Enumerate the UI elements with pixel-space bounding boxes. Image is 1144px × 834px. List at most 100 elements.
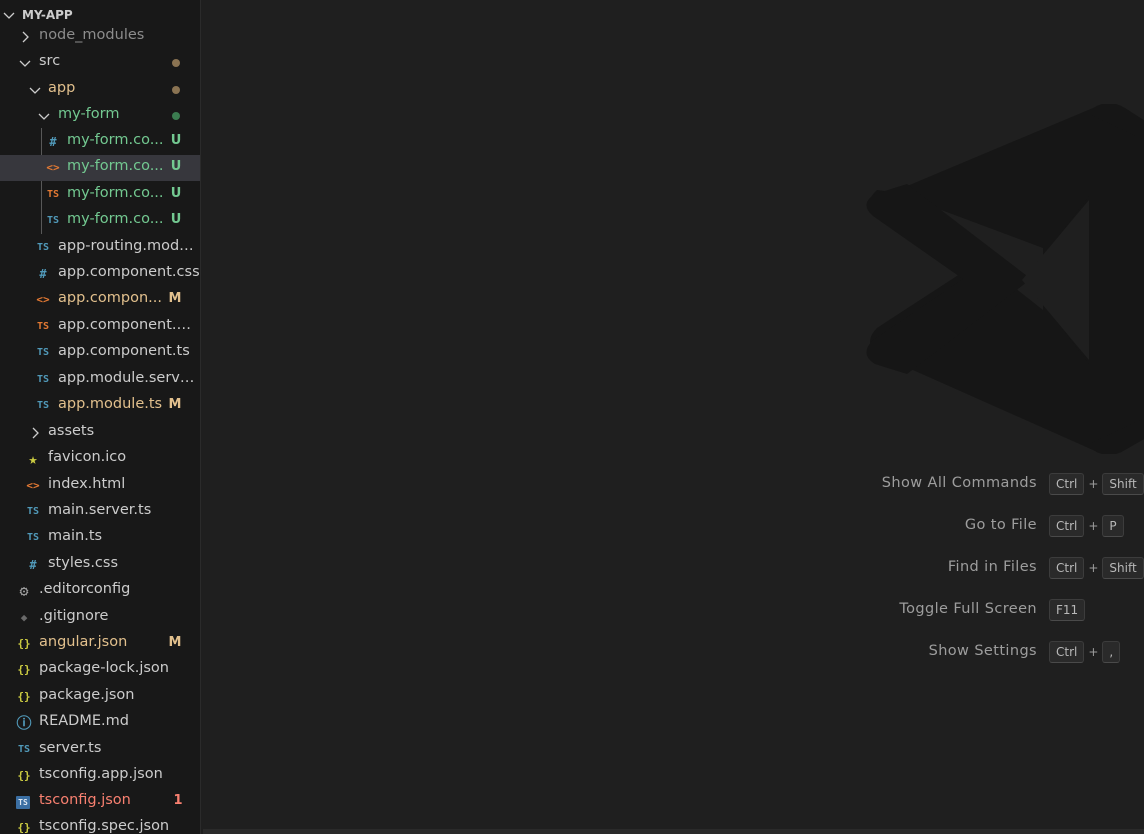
tree-item-label: app.module.serve...: [58, 370, 200, 386]
tree-item-readme[interactable]: ⓘ README.md: [0, 710, 200, 736]
star-icon: ★: [28, 450, 38, 468]
git-status-badge: M: [168, 291, 182, 306]
tree-item-my-form-ts[interactable]: TS my-form.co... U: [0, 208, 200, 234]
tree-item-label: app.module.ts: [58, 396, 163, 412]
tree-item-app-module[interactable]: TS app.module.ts M: [0, 393, 200, 419]
keycap: P: [1102, 515, 1124, 537]
tree-item-server-ts[interactable]: TS server.ts: [0, 737, 200, 763]
explorer-project-header[interactable]: MY-APP: [0, 6, 200, 24]
shortcut-keys: Ctrl + Shift: [1049, 557, 1144, 579]
tree-item-app[interactable]: app: [0, 77, 200, 103]
tree-item-label: server.ts: [39, 740, 102, 756]
shortcut-toggle-full-screen: Toggle Full Screen F11: [0, 598, 1144, 622]
modified-dot: [172, 59, 180, 67]
shortcut-show-settings: Show Settings Ctrl + ,: [0, 640, 1144, 664]
shortcut-find-in-files: Find in Files Ctrl + Shift: [0, 556, 1144, 580]
tree-item-package-json[interactable]: {} package.json: [0, 684, 200, 710]
tree-item-label: app-routing.modu...: [58, 238, 200, 254]
tree-item-label: app.component.s...: [58, 317, 196, 333]
tree-item-app-component-html[interactable]: <> app.compon... M: [0, 287, 200, 313]
git-status-badge: U: [170, 186, 182, 201]
shortcut-keys: Ctrl + P: [1049, 515, 1124, 537]
tree-item-my-form[interactable]: my-form: [0, 103, 200, 129]
ts-file-icon: TS: [46, 215, 60, 226]
problem-count-badge: 1: [173, 793, 183, 808]
json-file-icon: {}: [17, 769, 31, 782]
shortcut-label: Go to File: [964, 517, 1037, 533]
tree-item-node-modules[interactable]: node_modules: [0, 24, 200, 50]
ts-file-icon: TS: [17, 744, 31, 755]
plus-separator: +: [1088, 561, 1099, 575]
tree-item-tsconfig-json[interactable]: TS tsconfig.json 1: [0, 789, 200, 815]
keycap: Shift: [1102, 473, 1144, 495]
tree-item-label: favicon.ico: [48, 449, 127, 465]
git-status-badge: U: [170, 159, 182, 174]
tree-item-label: app.compon...: [58, 290, 162, 306]
shortcut-label: Show Settings: [928, 643, 1037, 659]
tree-item-tsconfig-app[interactable]: {} tsconfig.app.json: [0, 763, 200, 789]
json-file-icon: {}: [17, 821, 31, 834]
html-file-icon: <>: [36, 293, 50, 306]
ts-file-icon: TS: [36, 242, 50, 253]
tree-item-app-component-css[interactable]: # app.component.css: [0, 261, 200, 287]
vscode-logo-watermark: [866, 104, 1144, 454]
project-title: MY-APP: [22, 8, 73, 22]
ts-spec-file-icon: TS: [46, 189, 60, 200]
tree-item-app-component-ts[interactable]: TS app.component.ts: [0, 340, 200, 366]
tree-item-label: my-form.co...: [67, 185, 164, 201]
tree-item-label: my-form.co...: [67, 132, 164, 148]
tree-item-app-component-spec[interactable]: TS app.component.s...: [0, 314, 200, 340]
modified-dot: [172, 86, 180, 94]
json-file-icon: {}: [17, 690, 31, 703]
tree-item-my-form-html[interactable]: <> my-form.co... U: [0, 155, 200, 181]
ts-file-icon: TS: [36, 374, 50, 385]
tree-item-label: assets: [48, 423, 95, 439]
tree-item-label: package.json: [39, 687, 135, 703]
tree-item-assets[interactable]: assets: [0, 420, 200, 446]
tree-item-label: tsconfig.app.json: [39, 766, 163, 782]
shortcut-show-all-commands: Show All Commands Ctrl + Shift: [0, 472, 1144, 496]
html-file-icon: <>: [46, 161, 60, 174]
keycap: Shift: [1102, 557, 1144, 579]
tree-item-label: README.md: [39, 713, 129, 729]
keycap: F11: [1049, 599, 1086, 621]
css-file-icon: #: [39, 267, 47, 281]
plus-separator: +: [1088, 477, 1099, 491]
keycap: ,: [1102, 641, 1121, 663]
shortcut-label: Toggle Full Screen: [899, 601, 1037, 617]
ts-spec-file-icon: TS: [36, 321, 50, 332]
chevron-down-icon: [3, 12, 15, 19]
tree-item-label: node_modules: [39, 27, 145, 43]
tree-item-my-form-css[interactable]: # my-form.co... U: [0, 129, 200, 155]
horizontal-scrollbar[interactable]: [203, 829, 1144, 834]
tree-item-label: app.component.ts: [58, 343, 190, 359]
info-icon: ⓘ: [16, 714, 32, 732]
git-status-badge: M: [168, 397, 182, 412]
chevron-right-icon: [22, 31, 29, 43]
tree-item-label: my-form.co...: [67, 211, 164, 227]
shortcut-keys: F11: [1049, 599, 1086, 621]
untracked-dot: [172, 112, 180, 120]
shortcut-keys: Ctrl + ,: [1049, 641, 1121, 663]
explorer-sidebar: MY-APP node_modules src app my-form # my…: [0, 0, 201, 834]
tree-item-app-module-server[interactable]: TS app.module.serve...: [0, 367, 200, 393]
keycap: Ctrl: [1049, 641, 1085, 663]
tree-item-tsconfig-spec[interactable]: {} tsconfig.spec.json: [0, 815, 200, 834]
tree-item-my-form-spec[interactable]: TS my-form.co... U: [0, 182, 200, 208]
tree-item-label: app: [48, 80, 76, 96]
shortcut-keys: Ctrl + Shift: [1049, 473, 1144, 495]
tree-item-label: app.component.css: [58, 264, 200, 280]
tree-item-app-routing[interactable]: TS app-routing.modu...: [0, 235, 200, 261]
git-status-badge: U: [170, 212, 182, 227]
tree-item-label: my-form: [58, 106, 120, 122]
tree-item-favicon[interactable]: ★ favicon.ico: [0, 446, 200, 472]
keycap: Ctrl: [1049, 515, 1085, 537]
chevron-down-icon: [19, 60, 31, 67]
shortcut-label: Find in Files: [947, 559, 1037, 575]
ts-file-icon: TS: [36, 400, 50, 411]
tree-item-src[interactable]: src: [0, 50, 200, 76]
tree-item-label: tsconfig.json: [39, 792, 131, 808]
tree-item-label: my-form.co...: [67, 158, 164, 174]
shortcut-label: Show All Commands: [881, 475, 1037, 491]
tree-item-label: tsconfig.spec.json: [39, 818, 170, 834]
